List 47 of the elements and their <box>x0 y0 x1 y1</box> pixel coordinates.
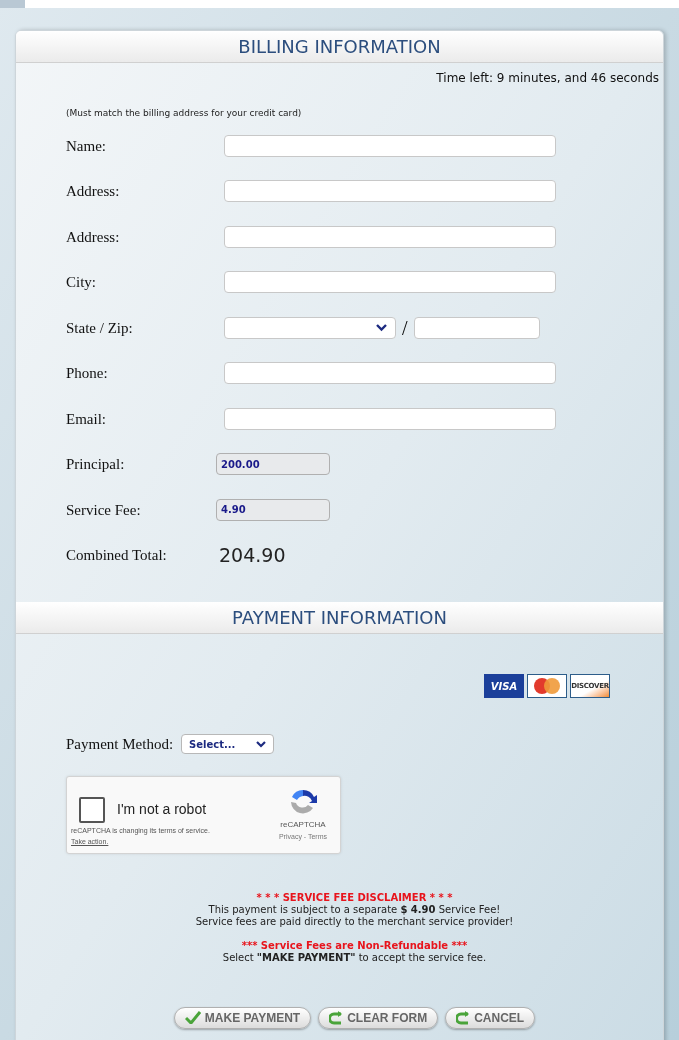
text-field[interactable] <box>224 225 556 248</box>
field-label: Phone: <box>66 365 108 382</box>
return-arrow-icon <box>329 1010 344 1025</box>
captcha-checkbox[interactable] <box>79 796 105 823</box>
amount-field: 200.00 <box>216 453 330 476</box>
checkmark-icon <box>184 1011 201 1024</box>
field-label: Name: <box>66 137 106 154</box>
chevron-down-icon <box>256 740 267 748</box>
field-label: Address: <box>66 228 120 245</box>
field-label: Service Fee: <box>66 501 141 518</box>
disclaimer-text: Service fees are paid directly to the merchant service provider! <box>195 915 514 928</box>
chevron-down-icon <box>376 323 387 332</box>
disclaimer-text: This payment is subject to a separate $ 4.90 Service Fee! <box>208 903 501 916</box>
zip-field[interactable] <box>413 316 540 339</box>
total-amount: 204.90 <box>219 543 286 568</box>
field-label: Email: <box>66 410 106 427</box>
return-arrow-icon <box>456 1010 471 1025</box>
text-field[interactable] <box>224 134 556 157</box>
visa-card-logo: VISA <box>484 674 524 698</box>
section-header: PAYMENT INFORMATION <box>16 602 663 634</box>
text-field[interactable] <box>224 271 556 294</box>
captcha-brand: reCAPTCHA <box>280 818 326 831</box>
separator: / <box>402 315 408 341</box>
disclaimer-text: Select "MAKE PAYMENT" to accept the service fee. <box>222 951 487 964</box>
address-note: (Must match the billing address for your credit card) <box>66 108 302 118</box>
field-label: Combined Total: <box>66 547 167 564</box>
action-button[interactable]: CLEAR FORM <box>318 1006 439 1029</box>
frame-corner <box>0 0 25 8</box>
field-label: State / Zip: <box>66 319 133 336</box>
field-label: Principal: <box>66 456 125 473</box>
field-label: Address: <box>66 183 120 200</box>
amount-field: 4.90 <box>216 498 330 521</box>
time-left-text: Time left: 9 minutes, and 46 seconds <box>436 70 659 87</box>
text-field[interactable] <box>224 362 556 385</box>
section-header: BILLING INFORMATION <box>16 31 663 63</box>
state-select[interactable] <box>224 316 396 339</box>
warning-text: * * * SERVICE FEE DISCLAIMER * * * <box>256 891 453 904</box>
warning-text: *** Service Fees are Non-Refundable *** <box>241 939 468 952</box>
mastercard-logo <box>527 674 567 698</box>
text-field[interactable] <box>224 180 556 203</box>
action-button[interactable]: MAKE PAYMENT <box>173 1006 312 1029</box>
captcha-label: I'm not a robot <box>117 800 207 819</box>
text-field[interactable] <box>224 407 556 430</box>
field-label: City: <box>66 274 96 291</box>
payment-method-label: Payment Method: <box>66 735 174 754</box>
payment-method-select[interactable]: Select... <box>181 734 275 755</box>
action-button[interactable]: CANCEL <box>445 1006 536 1029</box>
